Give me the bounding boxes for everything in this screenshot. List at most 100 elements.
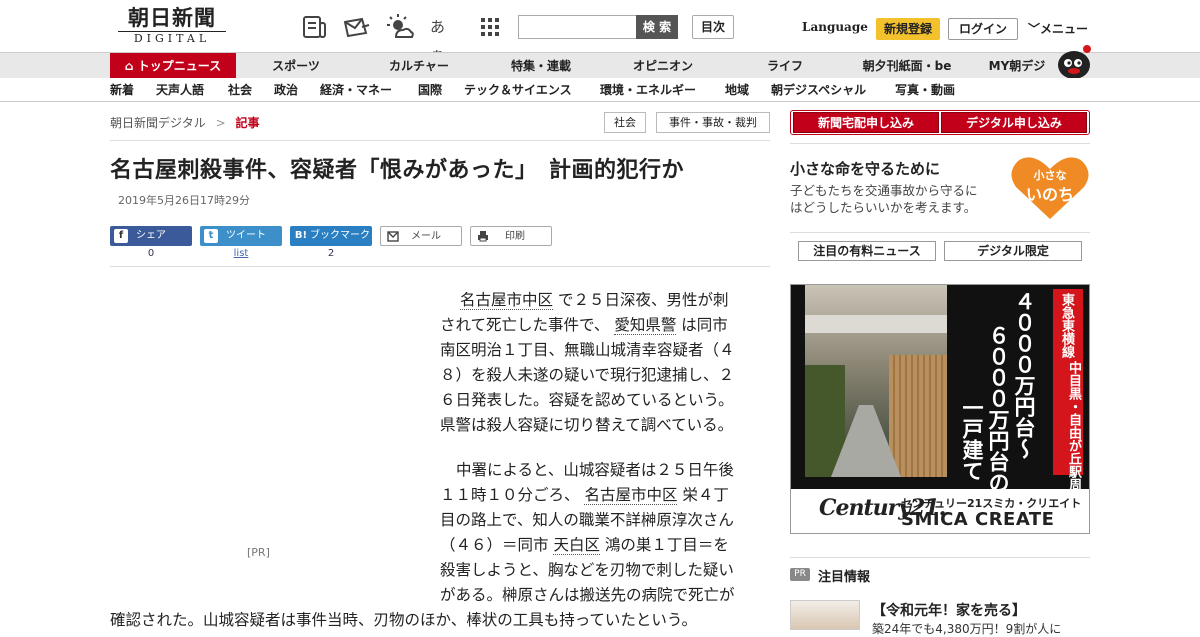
promo-thumbnail[interactable] <box>790 600 860 630</box>
nav-sports[interactable]: スポーツ <box>250 53 342 79</box>
breadcrumb: 朝日新聞デジタル > 記事 <box>110 114 260 131</box>
text: がある。榊原さんは搬送先の病院で死亡が <box>440 586 735 604</box>
site-header: 朝日新聞 DIGITAL あぁ 検 索 目次 Language 新規登録 ログイ… <box>0 0 1200 64</box>
home-icon: ⌂ <box>124 59 138 73</box>
pr-label: [PR] <box>247 546 270 559</box>
facebook-share-button[interactable]: f シェア <box>110 226 192 246</box>
primary-nav: ⌂ トップニュース スポーツ カルチャー 特集・連載 オピニオン ライフ 朝夕刊… <box>0 45 1200 79</box>
keyword-link[interactable]: 愛知県警 <box>614 316 677 335</box>
mascot-icon[interactable] <box>1054 43 1094 79</box>
subscribe-paper-button[interactable]: 新聞宅配申し込み <box>793 112 939 133</box>
nav-my-asahi[interactable]: MY朝デジ <box>980 53 1054 79</box>
nav-opinion[interactable]: オピニオン <box>616 53 710 79</box>
text: は同市 <box>676 316 728 334</box>
text: 子どもたちを交通事故から守るに <box>790 183 978 198</box>
keyword-link[interactable]: 天白区 <box>553 536 600 555</box>
ad-price-1: ４０００万円台～ <box>1012 291 1036 459</box>
mail-delivery-icon[interactable] <box>342 13 370 41</box>
text: ６日発表した。容疑を認めているという。 <box>440 391 734 409</box>
nav-tenseijingo[interactable]: 天声人語 <box>156 78 204 102</box>
asahi-logo[interactable]: 朝日新聞 DIGITAL <box>112 6 232 48</box>
mail-button[interactable]: メール <box>380 226 462 246</box>
hatena-bookmark-icon: B! <box>294 230 308 241</box>
divider <box>110 140 770 141</box>
article-date: 2019年5月26日17時29分 <box>118 194 250 207</box>
divider <box>790 143 1090 144</box>
nav-society[interactable]: 社会 <box>228 78 252 102</box>
divider <box>790 232 1090 233</box>
mail-icon <box>387 231 399 242</box>
nav-top-news[interactable]: ⌂ トップニュース <box>110 53 236 79</box>
twitter-icon: t <box>204 229 218 243</box>
facebook-icon: f <box>114 229 128 243</box>
secondary-nav: 新着 天声人語 社会 政治 経済・マネー 国際 テック＆サイエンス 環境・エネル… <box>0 78 1200 102</box>
keyword-link[interactable]: 名古屋市中区 <box>460 291 554 310</box>
campaign-title[interactable]: 小さな命を守るために <box>790 158 940 179</box>
nav-tech-science[interactable]: テック＆サイエンス <box>464 78 572 102</box>
weather-icon[interactable] <box>386 13 414 41</box>
article-title: 名古屋刺殺事件、容疑者「恨みがあった」 計画的犯行か <box>110 158 685 183</box>
ad-company-en: SMICA CREATE <box>901 509 1055 530</box>
paid-news-button[interactable]: 注目の有料ニュース <box>798 241 936 261</box>
newspaper-icon[interactable] <box>300 13 328 41</box>
text: で２５日深夜、男性が刺 <box>553 291 729 309</box>
nav-economy[interactable]: 経済・マネー <box>320 78 392 102</box>
login-button[interactable]: ログイン <box>948 18 1018 40</box>
promo-description: 築24年でも4,380万円！9割が人に <box>872 622 1062 636</box>
tag-incidents[interactable]: 事件・事故・裁判 <box>656 112 770 133</box>
nav-environment[interactable]: 環境・エネルギー <box>600 78 696 102</box>
nav-label: トップニュース <box>137 59 222 73</box>
logo-text: いのち <box>1025 185 1074 204</box>
nav-latest[interactable]: 新着 <box>110 78 134 102</box>
bookmark-count: 2 <box>327 248 335 259</box>
language-link[interactable]: Language <box>802 20 868 34</box>
nav-politics[interactable]: 政治 <box>274 78 298 102</box>
nav-region[interactable]: 地域 <box>725 78 749 102</box>
print-icon <box>478 231 488 242</box>
advertisement-banner[interactable]: 東急東横線 中目黒・自由が丘駅周辺 ４０００万円台～ ６０００万円台の 一戸建て… <box>790 284 1090 534</box>
ad-line-name: 東急東横線 <box>1059 293 1074 358</box>
index-button[interactable]: 目次 <box>692 15 734 39</box>
nav-culture[interactable]: カルチャー <box>372 53 466 79</box>
divider <box>790 557 1090 558</box>
breadcrumb-root[interactable]: 朝日新聞デジタル <box>110 116 206 130</box>
search-button[interactable]: 検 索 <box>636 15 678 39</box>
mail-label: メール <box>411 231 441 242</box>
text: 鴻の巣１丁目＝を <box>599 536 729 554</box>
subscribe-digital-button[interactable]: デジタル申し込み <box>941 112 1087 133</box>
pr-badge: PR <box>790 568 810 581</box>
breadcrumb-current: 記事 <box>235 116 260 130</box>
house-roof <box>805 315 947 333</box>
text: 栄４丁 <box>677 486 729 504</box>
divider <box>110 266 770 267</box>
text: はどうしたらいいかを考えます。 <box>790 200 977 215</box>
font-size-icon[interactable]: あぁ <box>430 13 458 64</box>
nav-life[interactable]: ライフ <box>740 53 830 79</box>
tweet-list-link[interactable]: list <box>200 248 282 259</box>
tweet-button[interactable]: t ツイート <box>200 226 282 246</box>
tag-society[interactable]: 社会 <box>604 112 646 133</box>
logo-text: 朝日新聞 <box>128 5 216 30</box>
digital-only-button[interactable]: デジタル限定 <box>944 241 1082 261</box>
campaign-logo[interactable]: 小さな いのち <box>1010 155 1090 221</box>
campaign-description: 子どもたちを交通事故から守るに はどうしたらいいかを考えます。 <box>790 182 978 216</box>
article-paragraph-1: 名古屋市中区 で２５日深夜、男性が刺 されて死亡した事件で、 愛知県警 は同市 … <box>440 288 746 438</box>
keyword-link[interactable]: 名古屋市中区 <box>584 486 678 505</box>
breadcrumb-separator: > <box>215 116 226 130</box>
bookmark-label: ブックマーク <box>310 230 370 241</box>
text: １１時１０分ごろ、 <box>440 486 585 504</box>
logo-subtext: DIGITAL <box>118 31 226 46</box>
nav-features[interactable]: 特集・連載 <box>494 53 588 79</box>
nav-photo-video[interactable]: 写真・動画 <box>895 78 955 102</box>
nav-international[interactable]: 国際 <box>418 78 442 102</box>
apps-grid-icon[interactable] <box>476 13 504 41</box>
menu-button[interactable]: ﹀メニュー <box>1028 20 1088 37</box>
register-button[interactable]: 新規登録 <box>876 18 940 40</box>
promo-title[interactable]: 【令和元年！家を売る】 <box>872 600 1026 620</box>
search-input[interactable] <box>518 15 638 39</box>
nav-paper[interactable]: 朝夕刊紙面・be <box>850 53 964 79</box>
nav-special[interactable]: 朝デジスペシャル <box>771 78 866 102</box>
text: 南区明治１丁目、無職山城清幸容疑者（４ <box>440 341 735 359</box>
print-button[interactable]: 印刷 <box>470 226 552 246</box>
bookmark-button[interactable]: B! ブックマーク <box>290 226 372 246</box>
